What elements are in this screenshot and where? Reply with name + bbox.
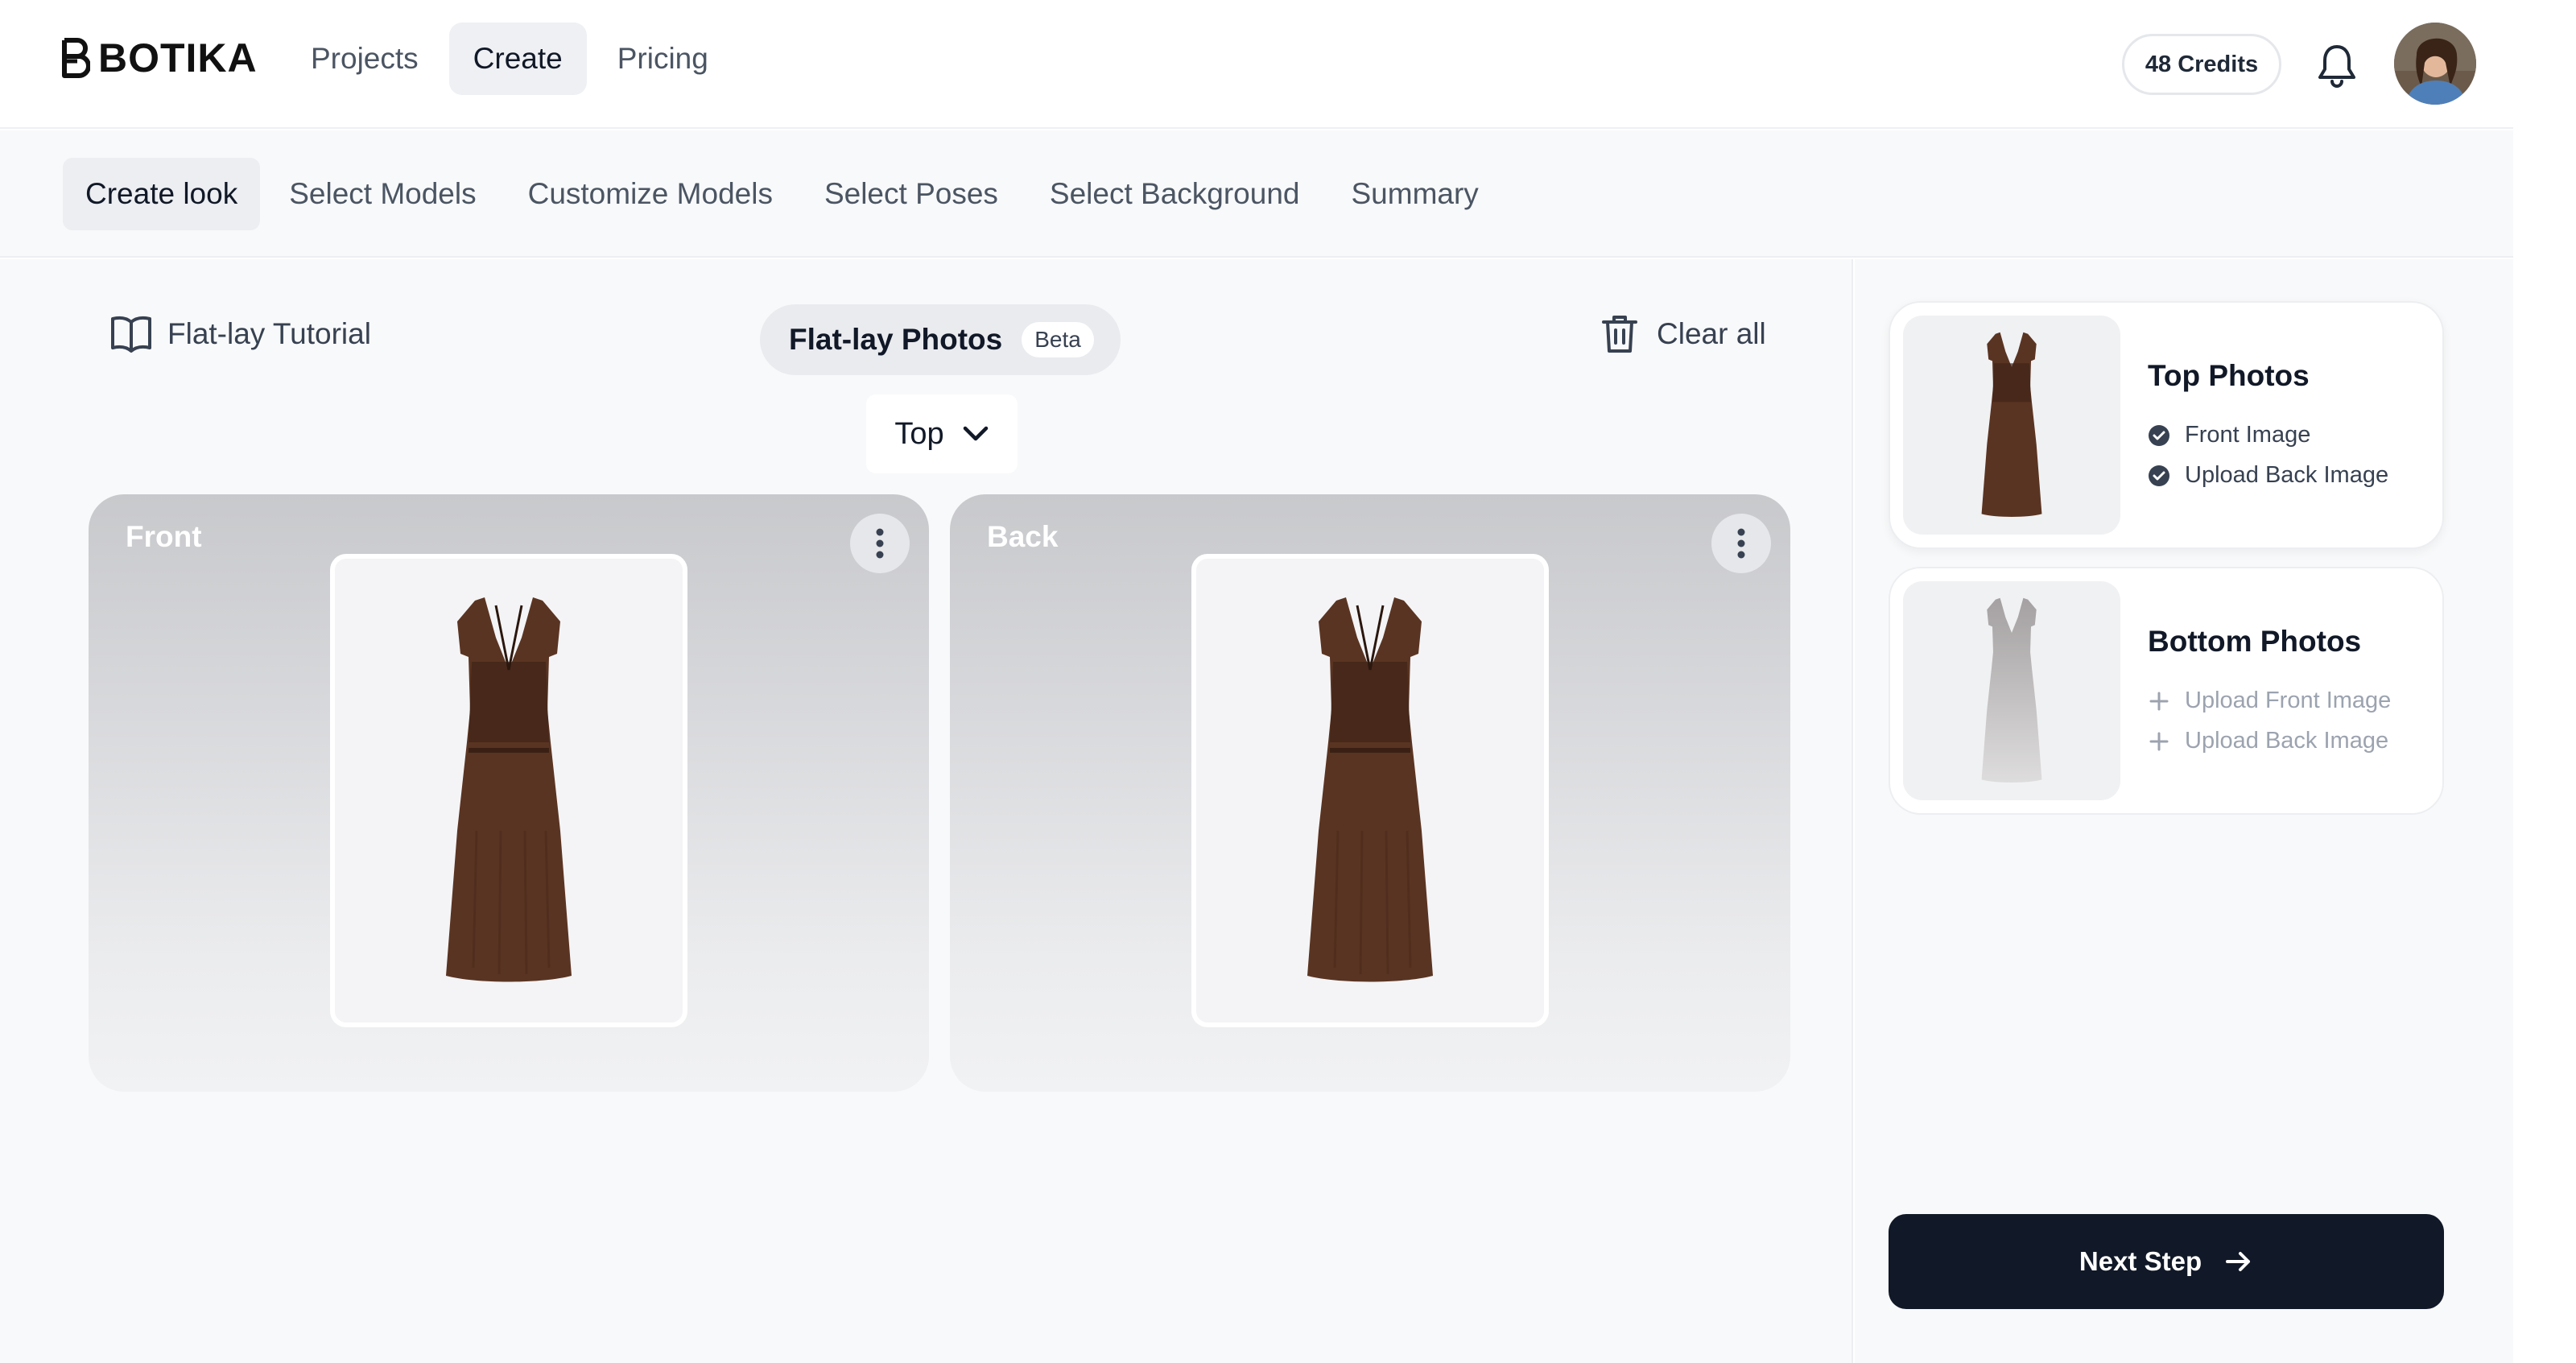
- workspace: Flat-lay Tutorial Flat-lay Photos Beta C…: [0, 259, 1853, 1363]
- tutorial-label: Flat-lay Tutorial: [167, 317, 371, 350]
- check-circle-icon: [2149, 424, 2169, 446]
- step-select-models[interactable]: Select Models: [266, 158, 498, 230]
- beta-badge: Beta: [1022, 322, 1094, 357]
- top-back-image-label: Upload Back Image: [2185, 462, 2389, 488]
- steps-bar: Create look Select Models Customize Mode…: [0, 130, 2513, 258]
- trash-icon: [1602, 316, 1637, 353]
- bell-icon[interactable]: [2315, 42, 2359, 89]
- avatar-image: [2394, 23, 2476, 105]
- clear-all-button[interactable]: Clear all: [1600, 312, 1766, 356]
- flatlay-tutorial-link[interactable]: Flat-lay Tutorial: [109, 314, 371, 354]
- garment-type-dropdown[interactable]: Top: [866, 394, 1018, 473]
- clear-all-label: Clear all: [1657, 317, 1766, 350]
- main-nav: Projects Create Pricing: [287, 23, 739, 95]
- back-photo[interactable]: [1191, 554, 1549, 1027]
- top-photos-title: Top Photos: [2148, 359, 2310, 392]
- top-photos-card[interactable]: Top Photos Front Image Upload Back Image: [1889, 301, 2444, 549]
- user-avatar[interactable]: [2394, 23, 2476, 105]
- back-more-options-button[interactable]: [1711, 514, 1771, 573]
- upload-bottom-back-label: Upload Back Image: [2185, 728, 2389, 754]
- top-photos-thumbnail: [1903, 316, 2120, 535]
- bottom-photos-card[interactable]: Bottom Photos Upload Front Image Upload …: [1889, 567, 2444, 815]
- step-select-background[interactable]: Select Background: [1027, 158, 1323, 230]
- kebab-menu-icon: [876, 528, 884, 559]
- check-circle-icon: [2149, 465, 2169, 486]
- dress-image: [1981, 597, 2042, 783]
- step-customize-models[interactable]: Customize Models: [506, 158, 795, 230]
- credits-badge[interactable]: 48 Credits: [2122, 34, 2281, 95]
- step-create-look[interactable]: Create look: [63, 158, 261, 230]
- arrow-right-icon: [2226, 1252, 2251, 1271]
- nav-create[interactable]: Create: [448, 23, 587, 95]
- next-step-button[interactable]: Next Step: [1889, 1214, 2444, 1309]
- flatlay-title: Flat-lay Photos: [789, 323, 1003, 356]
- photos-sidebar: Top Photos Front Image Upload Back Image: [1855, 259, 2513, 1363]
- dress-image: [1981, 332, 2042, 517]
- nav-projects[interactable]: Projects: [287, 23, 443, 95]
- brand-logo[interactable]: BOTIKA: [61, 37, 258, 79]
- brand-name: BOTIKA: [98, 35, 258, 81]
- dress-image: [446, 597, 572, 982]
- chevron-down-icon: [963, 426, 988, 441]
- kebab-menu-icon: [1737, 528, 1745, 559]
- top-front-image-status: Front Image: [2148, 422, 2310, 448]
- bottom-photos-title: Bottom Photos: [2148, 625, 2362, 658]
- front-photo[interactable]: [330, 554, 687, 1027]
- top-front-image-label: Front Image: [2185, 422, 2311, 448]
- book-icon: [111, 316, 151, 353]
- back-panel-label: Back: [987, 520, 1059, 553]
- front-more-options-button[interactable]: [850, 514, 910, 573]
- botika-logo-icon: [62, 38, 90, 78]
- front-panel-label: Front: [126, 520, 202, 553]
- upload-bottom-front-label: Upload Front Image: [2185, 688, 2392, 713]
- nav-pricing[interactable]: Pricing: [593, 23, 733, 95]
- bottom-photos-thumbnail: [1903, 581, 2120, 800]
- next-step-label: Next Step: [2079, 1246, 2202, 1276]
- back-photo-panel[interactable]: Back: [950, 494, 1790, 1092]
- top-navbar: BOTIKA Projects Create Pricing 48 Credit…: [0, 0, 2513, 129]
- steps-list: Create look Select Models Customize Mode…: [63, 158, 1508, 230]
- page-gutter: [2513, 0, 2576, 1363]
- plus-icon: [2149, 732, 2169, 750]
- upload-bottom-front-button[interactable]: Upload Front Image: [2148, 688, 2391, 714]
- dress-image: [1307, 597, 1433, 982]
- top-back-image-status: Upload Back Image: [2148, 462, 2388, 489]
- flatlay-photos-tab[interactable]: Flat-lay Photos Beta: [760, 304, 1121, 375]
- step-summary[interactable]: Summary: [1329, 158, 1501, 230]
- garment-type-value: Top: [894, 416, 944, 451]
- front-photo-panel[interactable]: Front: [89, 494, 929, 1092]
- step-select-poses[interactable]: Select Poses: [802, 158, 1021, 230]
- plus-icon: [2149, 692, 2169, 710]
- upload-bottom-back-button[interactable]: Upload Back Image: [2148, 728, 2388, 754]
